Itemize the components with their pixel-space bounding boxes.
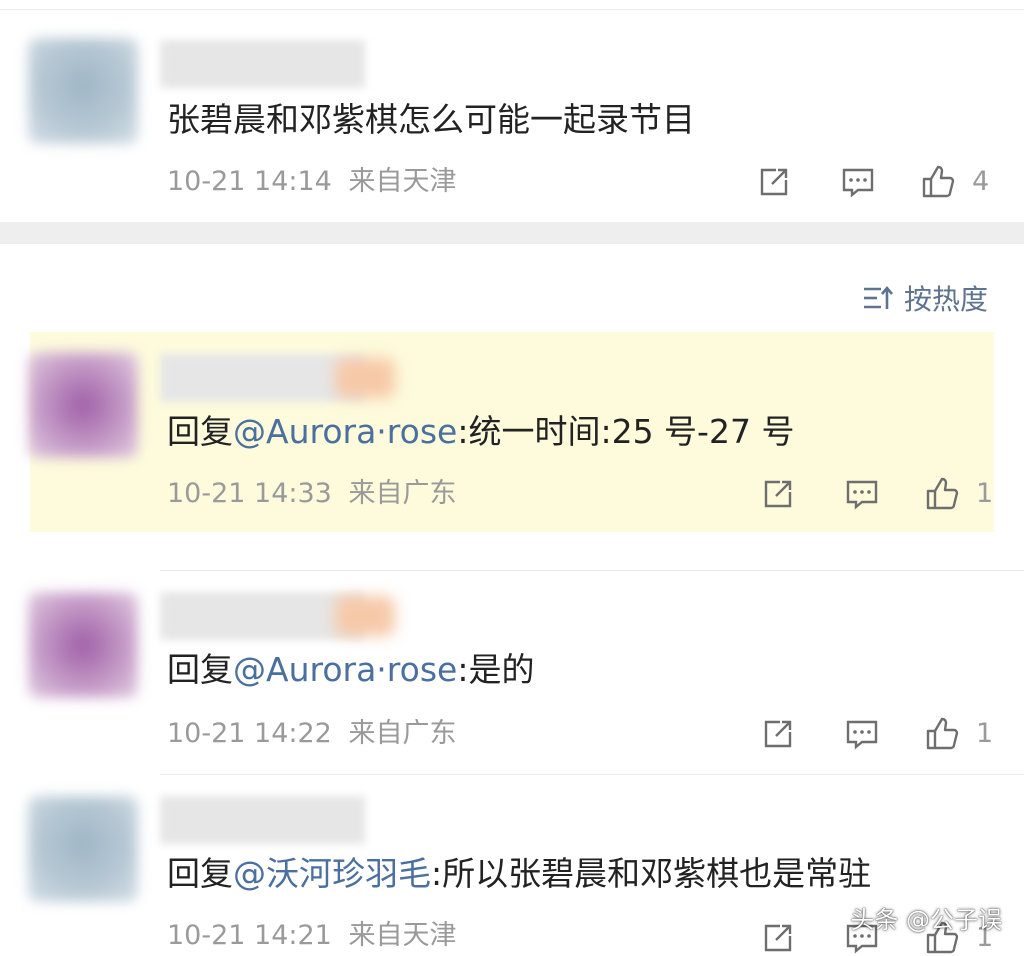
reply-body: :是的 — [457, 650, 535, 689]
comment-text: 回复@沃河珍羽毛:所以张碧晨和邓紫棋也是常驻 — [167, 854, 871, 894]
reply-body: :所以张碧晨和邓紫棋也是常驻 — [431, 854, 872, 893]
sort-label: 按热度 — [903, 283, 988, 316]
comment-time: 10-21 14:14 — [167, 166, 332, 197]
comment-location: 来自广东 — [348, 478, 457, 509]
comment-meta: 10-21 14:22 来自广东 — [167, 718, 456, 750]
like-count: 4 — [972, 166, 990, 197]
reply-prefix: 回复 — [167, 854, 233, 893]
watermark: 头条 @公子误 — [850, 906, 1002, 934]
reply-prefix: 回复 — [167, 412, 233, 451]
share-icon[interactable] — [756, 164, 792, 200]
share-icon[interactable] — [760, 476, 796, 512]
comment-actions: 1 — [760, 476, 1010, 516]
comment-location: 来自广东 — [348, 718, 457, 749]
row-separator — [160, 774, 1024, 775]
share-icon[interactable] — [760, 920, 796, 956]
comment-actions: 1 — [760, 716, 1010, 756]
comment-location: 来自天津 — [348, 166, 457, 197]
comment-text: 回复@Aurora·rose:统一时间:25 号-27 号 — [167, 412, 794, 452]
reply-prefix: 回复 — [167, 650, 233, 689]
mention-link[interactable]: @Aurora·rose — [233, 650, 457, 689]
like-icon[interactable] — [924, 476, 960, 512]
comment-text: 回复@Aurora·rose:是的 — [167, 650, 534, 690]
like-count: 1 — [976, 478, 994, 509]
comment-icon[interactable] — [844, 476, 880, 512]
sort-by-hot-button[interactable]: 按热度 — [862, 278, 988, 318]
share-icon[interactable] — [760, 716, 796, 752]
avatar[interactable] — [28, 592, 138, 698]
username-blurred[interactable] — [160, 796, 365, 844]
like-icon[interactable] — [920, 164, 956, 200]
row-separator — [160, 570, 1024, 571]
comment-meta: 10-21 14:33 来自广东 — [167, 478, 456, 510]
avatar[interactable] — [28, 352, 138, 458]
mention-link[interactable]: @Aurora·rose — [233, 412, 457, 451]
username-blurred[interactable] — [160, 592, 365, 640]
comment-icon[interactable] — [840, 164, 876, 200]
username-blurred[interactable] — [160, 354, 365, 402]
sort-icon — [863, 285, 893, 309]
comment-actions: 4 — [756, 164, 1006, 204]
top-divider — [0, 0, 1024, 10]
section-divider — [0, 222, 1024, 244]
comment-location: 来自天津 — [348, 920, 457, 951]
username-blurred[interactable] — [160, 40, 365, 88]
avatar[interactable] — [28, 796, 138, 902]
comment-time: 10-21 14:33 — [167, 478, 332, 509]
reply-body: :统一时间:25 号-27 号 — [457, 412, 795, 451]
comment-time: 10-21 14:22 — [167, 718, 332, 749]
avatar[interactable] — [28, 38, 138, 144]
comment-meta: 10-21 14:14 来自天津 — [167, 166, 456, 198]
comment-icon[interactable] — [844, 716, 880, 752]
like-count: 1 — [976, 718, 994, 749]
comment-meta: 10-21 14:21 来自天津 — [167, 920, 456, 952]
comment-text: 张碧晨和邓紫棋怎么可能一起录节目 — [167, 100, 695, 139]
mention-link[interactable]: @沃河珍羽毛 — [233, 854, 431, 893]
comment-time: 10-21 14:21 — [167, 920, 332, 951]
like-icon[interactable] — [924, 716, 960, 752]
